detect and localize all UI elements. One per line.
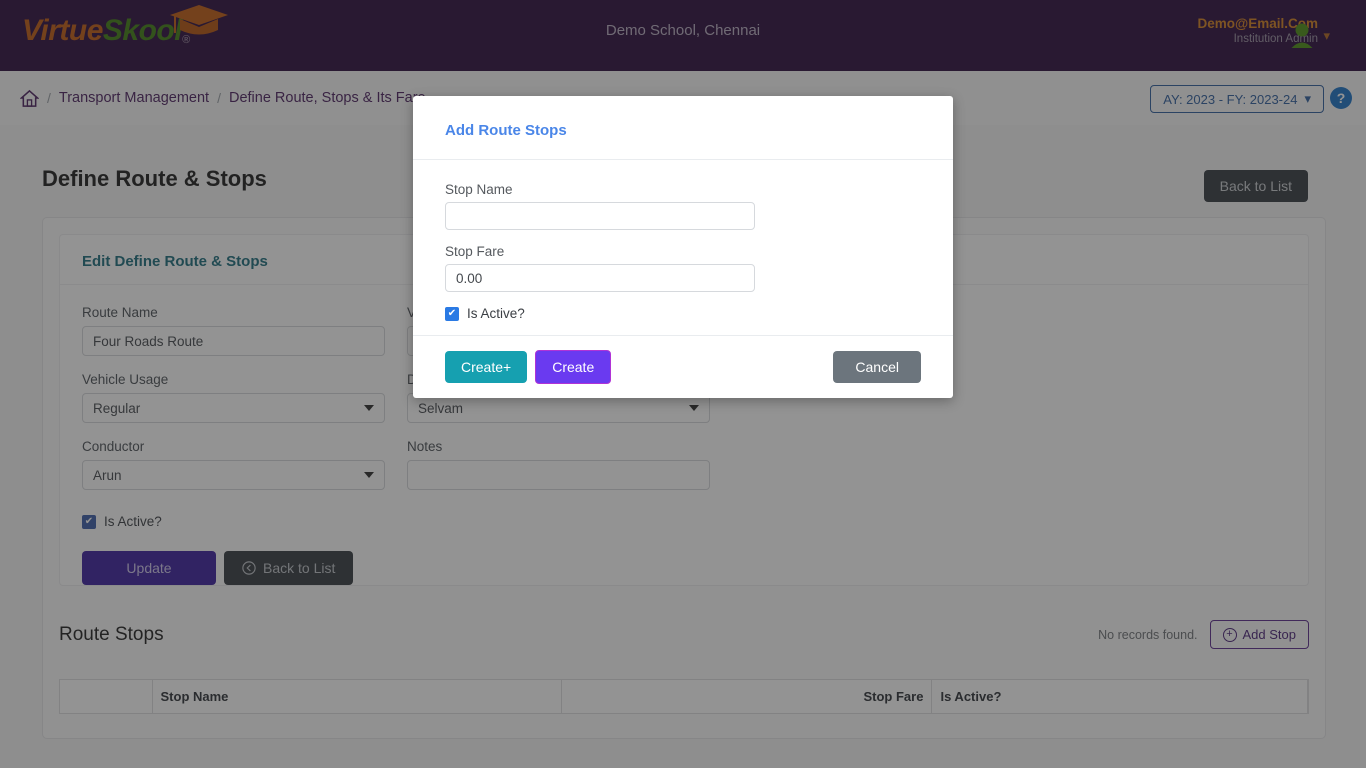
modal-header: Add Route Stops xyxy=(413,96,953,160)
create-button[interactable]: Create xyxy=(535,350,612,384)
modal-title: Add Route Stops xyxy=(445,122,567,139)
modal-input-stop-fare[interactable]: 0.00 xyxy=(445,264,755,292)
modal-label-stop-name: Stop Name xyxy=(445,182,513,197)
modal-is-active-checkbox[interactable]: ✔ xyxy=(445,306,459,321)
modal-input-stop-name[interactable] xyxy=(445,202,755,230)
modal-is-active-row: ✔ Is Active? xyxy=(445,306,921,321)
page-root: VirtueSkool® Demo School, Chennai Demo@E… xyxy=(0,0,1366,768)
modal-footer: Create+ Create Cancel xyxy=(413,335,953,398)
modal-body: Stop Name Stop Fare 0.00 ✔ Is Active? xyxy=(413,160,953,335)
cancel-button[interactable]: Cancel xyxy=(833,351,921,383)
modal-is-active-label: Is Active? xyxy=(467,306,525,321)
modal-label-stop-fare: Stop Fare xyxy=(445,244,505,259)
add-route-stops-modal: Add Route Stops Stop Name Stop Fare 0.00… xyxy=(413,96,953,398)
create-plus-button[interactable]: Create+ xyxy=(445,351,528,383)
